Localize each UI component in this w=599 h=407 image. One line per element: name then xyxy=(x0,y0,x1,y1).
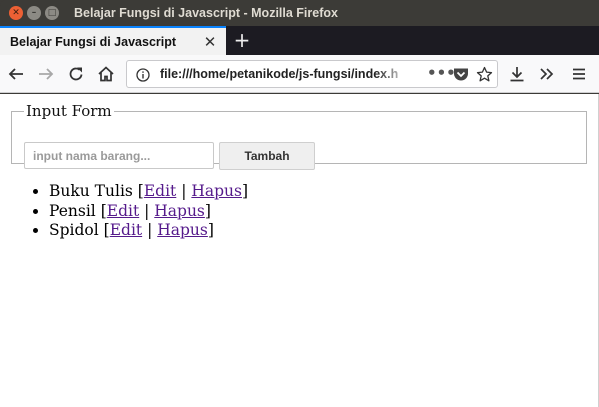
input-form-fieldset: Input Form Tambah xyxy=(11,102,587,170)
edit-link[interactable]: Edit xyxy=(107,202,139,220)
new-tab-button[interactable]: + xyxy=(232,30,252,50)
delete-link[interactable]: Hapus xyxy=(191,182,242,200)
edit-link[interactable]: Edit xyxy=(144,182,176,200)
info-icon[interactable] xyxy=(136,67,150,86)
delete-link[interactable]: Hapus xyxy=(157,221,208,239)
item-name: Buku Tulis xyxy=(49,182,133,200)
forward-arrow-icon[interactable] xyxy=(36,64,56,84)
home-icon[interactable] xyxy=(96,64,116,84)
window-close-button[interactable]: ✕ xyxy=(9,6,23,20)
pocket-icon[interactable] xyxy=(453,67,469,86)
page-content: Input Form Tambah Buku Tulis [Edit | Hap… xyxy=(0,94,599,407)
bookmark-star-icon[interactable] xyxy=(476,66,493,87)
tab-strip: Belajar Fungsi di Javascript ✕ + xyxy=(0,26,599,55)
window-titlebar: ✕ – □ Belajar Fungsi di Javascript - Moz… xyxy=(0,0,599,26)
item-name: Pensil xyxy=(49,201,96,220)
window-minimize-button[interactable]: – xyxy=(27,6,41,20)
back-arrow-icon[interactable] xyxy=(6,64,26,84)
overflow-chevron-icon[interactable] xyxy=(537,64,557,84)
item-name-input[interactable] xyxy=(24,142,214,169)
window-controls: ✕ – □ xyxy=(9,6,59,20)
url-fade xyxy=(375,63,420,85)
page-actions-icon[interactable]: ••• xyxy=(427,64,456,82)
form-legend: Input Form xyxy=(26,102,112,120)
hamburger-menu-icon[interactable] xyxy=(569,64,589,84)
item-list: Buku Tulis [Edit | Hapus] Pensil [Edit |… xyxy=(49,182,248,241)
tab-close-icon[interactable]: ✕ xyxy=(202,33,218,51)
list-item: Spidol [Edit | Hapus] xyxy=(49,221,248,241)
url-bar[interactable]: file:///home/petanikode/js-fungsi/index.… xyxy=(126,60,498,88)
list-item: Buku Tulis [Edit | Hapus] xyxy=(49,182,248,202)
download-icon[interactable] xyxy=(507,64,527,84)
tab-active[interactable]: Belajar Fungsi di Javascript ✕ xyxy=(0,26,226,55)
reload-icon[interactable] xyxy=(66,64,86,84)
navigation-toolbar: file:///home/petanikode/js-fungsi/index.… xyxy=(0,55,599,93)
delete-link[interactable]: Hapus xyxy=(154,202,205,220)
item-name: Spidol xyxy=(49,221,99,239)
edit-link[interactable]: Edit xyxy=(110,221,142,239)
add-button[interactable]: Tambah xyxy=(219,142,315,170)
list-item: Pensil [Edit | Hapus] xyxy=(49,202,248,222)
window-title: Belajar Fungsi di Javascript - Mozilla F… xyxy=(74,6,338,20)
window-maximize-button[interactable]: □ xyxy=(45,6,59,20)
tab-label: Belajar Fungsi di Javascript xyxy=(10,34,177,49)
